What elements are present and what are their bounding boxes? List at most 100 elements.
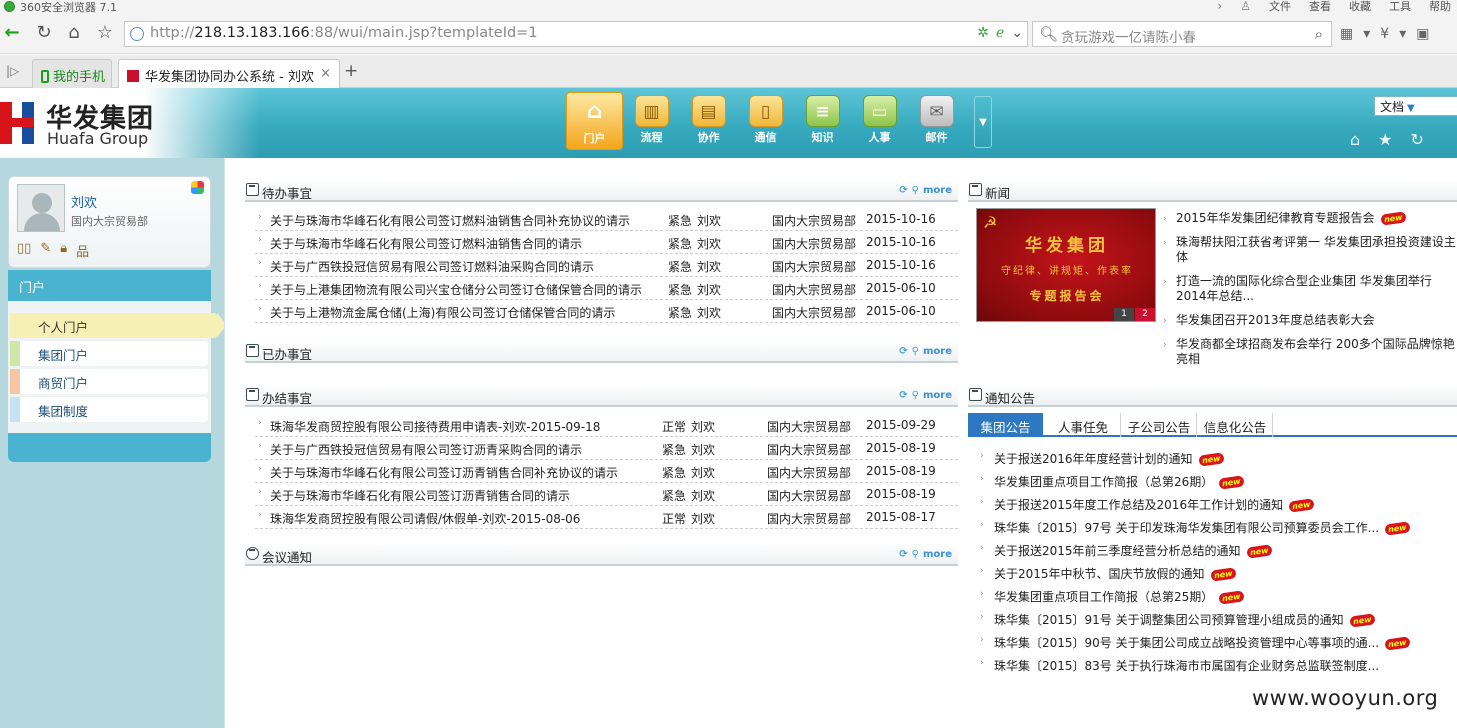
notice-title-link[interactable]: 关于2015年中秋节、国庆节放假的通知 bbox=[994, 567, 1205, 581]
notice-title-link[interactable]: 关于报送2016年年度经营计划的通知 bbox=[994, 452, 1193, 466]
list-item[interactable]: › 珠华集〔2015〕97号 关于印发珠海华发集团有限公司预算委员会工作... ne… bbox=[977, 515, 1457, 538]
todo-more-link[interactable]: ⟳ ⚲ more bbox=[899, 185, 952, 196]
menu-help[interactable]: 帮助 bbox=[1429, 0, 1451, 14]
close-icon[interactable]: × bbox=[320, 66, 331, 81]
list-item[interactable]: › 珠华集〔2015〕83号 关于执行珠海市市属国有企业财务总监联签制度... bbox=[977, 653, 1457, 676]
row-title-link[interactable]: 关于与广西铁投冠信贸易有限公司签订沥青采购合同的请示 bbox=[270, 441, 582, 458]
home-icon[interactable]: ⌂ bbox=[62, 22, 86, 46]
back-arrow-icon[interactable]: ← bbox=[0, 22, 24, 46]
search-scope-select[interactable]: 文档 ▼ bbox=[1374, 96, 1457, 116]
ie-mode-icon[interactable]: ℯ bbox=[996, 25, 1004, 41]
list-item[interactable]: › 关于报送2016年年度经营计划的通知 new bbox=[977, 446, 1457, 469]
menu-file[interactable]: 文件 bbox=[1269, 0, 1291, 14]
list-item[interactable]: › 珠华集〔2015〕90号 关于集团公司成立战略投资管理中心等事项的通... ne… bbox=[977, 630, 1457, 653]
list-item[interactable]: › 华发集团重点项目工作简报（总第25期） new bbox=[977, 584, 1457, 607]
user-icon[interactable]: ♙ bbox=[1240, 0, 1251, 13]
menu-view[interactable]: 查看 bbox=[1309, 0, 1331, 14]
list-item[interactable]: › 关于报送2015年度工作总结及2016年工作计划的通知 new bbox=[977, 492, 1457, 515]
row-title-link[interactable]: 关于与珠海市华峰石化有限公司签订沥青销售合同的请示 bbox=[270, 487, 570, 504]
org-chart-icon[interactable]: 品 bbox=[76, 241, 89, 260]
news-item[interactable]: › 打造一流的国际化综合型企业集团 华发集团举行2014年总结... bbox=[1161, 271, 1457, 304]
browser-search-box[interactable]: 🔍︎ 贪玩游戏一亿请陈小春 ⌕ bbox=[1032, 21, 1332, 47]
refresh-icon[interactable]: ↻ bbox=[32, 22, 56, 46]
folder-icon[interactable]: ▣ bbox=[1416, 26, 1429, 42]
tab-personnel[interactable]: 人事任免 bbox=[1046, 413, 1121, 437]
row-title-link[interactable]: 关于与广西铁投冠信贸易有限公司签订燃料油采购合同的请示 bbox=[270, 258, 594, 275]
list-item[interactable]: › 华发集团重点项目工作简报（总第26期） new bbox=[977, 469, 1457, 492]
news-title-link[interactable]: 华发商都全球招商发布会举行 200多个国际品牌惊艳亮相 bbox=[1176, 337, 1455, 366]
row-title-link[interactable]: 关于与珠海市华峰石化有限公司签订燃料油销售合同的请示 bbox=[270, 235, 582, 252]
module-knowledge[interactable]: ≡ 知识 bbox=[794, 92, 851, 150]
module-workflow[interactable]: ▥ 流程 bbox=[623, 92, 680, 150]
news-title-link[interactable]: 珠海帮扶阳江获省考评第一 华发集团承担投资建设主体 bbox=[1176, 235, 1456, 264]
done-more-link[interactable]: ⟳ ⚲ more bbox=[899, 346, 952, 357]
chevron-down-icon[interactable]: ⌄ bbox=[1011, 25, 1023, 41]
row-title-link[interactable]: 珠海华发商贸控股有限公司接待费用申请表-刘欢-2015-09-18 bbox=[270, 418, 600, 435]
tab-it-notices[interactable]: 信息化公告 bbox=[1198, 413, 1273, 437]
tab-group-notices[interactable]: 集团公告 bbox=[968, 413, 1043, 437]
address-bar[interactable]: http://218.13.183.166:88/wui/main.jsp?te… bbox=[124, 21, 1028, 47]
tab-huafa-oa[interactable]: 华发集团协同办公系统 - 刘欢 × bbox=[118, 59, 340, 88]
search-icon[interactable]: ⌕ bbox=[1315, 25, 1323, 43]
module-hr[interactable]: ▭ 人事 bbox=[851, 92, 908, 150]
chevron-down-icon[interactable]: ▾ bbox=[1363, 26, 1370, 42]
module-mail[interactable]: ✉ 邮件 bbox=[908, 92, 965, 150]
notice-title-link[interactable]: 珠华集〔2015〕97号 关于印发珠海华发集团有限公司预算委员会工作... bbox=[994, 521, 1379, 535]
row-title-link[interactable]: 珠海华发商贸控股有限公司请假/休假单-刘欢-2015-08-06 bbox=[270, 510, 580, 527]
sidebar-toggle-icon[interactable]: |▷ bbox=[6, 64, 19, 78]
tab-my-phone[interactable]: 我的手机 bbox=[32, 59, 112, 88]
table-row[interactable]: › 关于与广西铁投冠信贸易有限公司签订沥青采购合同的请示 紧急 刘欢 国内大宗贸易部 20… bbox=[255, 437, 958, 460]
module-more-button[interactable]: ▼ bbox=[974, 96, 992, 148]
finished-more-link[interactable]: ⟳ ⚲ more bbox=[899, 390, 952, 401]
edit-icon[interactable]: ✎ bbox=[40, 241, 51, 260]
module-portal[interactable]: ⌂ 门户 bbox=[566, 92, 623, 150]
news-item[interactable]: › 华发商都全球招商发布会举行 200多个国际品牌惊艳亮相 bbox=[1161, 334, 1457, 367]
home-icon[interactable]: ⌂ bbox=[1350, 130, 1360, 149]
currency-icon[interactable]: ¥ bbox=[1380, 26, 1389, 42]
news-title-link[interactable]: 华发集团召开2013年度总结表彰大会 bbox=[1176, 313, 1375, 327]
logo[interactable]: 华发集团 Huafa Group bbox=[0, 88, 260, 158]
table-row[interactable]: › 关于与珠海市华峰石化有限公司签订沥青销售合同的请示 紧急 刘欢 国内大宗贸易部 201… bbox=[255, 483, 958, 506]
row-title-link[interactable]: 关于与上港集团物流有限公司兴宝仓储分公司签订仓储保管合同的请示 bbox=[270, 281, 642, 298]
row-title-link[interactable]: 关于与上港物流金属仓储(上海)有限公司签订仓储保管合同的请示 bbox=[270, 304, 615, 321]
news-item[interactable]: › 华发集团召开2013年度总结表彰大会 bbox=[1161, 310, 1457, 328]
notice-title-link[interactable]: 珠华集〔2015〕90号 关于集团公司成立战略投资管理中心等事项的通... bbox=[994, 636, 1379, 650]
new-tab-button[interactable]: + bbox=[344, 61, 358, 81]
book-icon[interactable]: ▯▯ bbox=[17, 241, 31, 260]
table-row[interactable]: › 关于与珠海市华峰石化有限公司签订燃料油销售合同补充协议的请示 紧急 刘欢 国内大宗贸… bbox=[255, 208, 958, 231]
notice-title-link[interactable]: 关于报送2015年度工作总结及2016年工作计划的通知 bbox=[994, 498, 1283, 512]
notice-title-link[interactable]: 华发集团重点项目工作简报（总第25期） bbox=[994, 590, 1213, 604]
search-engine-icon[interactable]: 🔍︎ bbox=[1039, 25, 1058, 43]
table-row[interactable]: › 关于与珠海市华峰石化有限公司签订燃料油销售合同的请示 紧急 刘欢 国内大宗贸易部 20… bbox=[255, 231, 958, 254]
carousel-page-1[interactable]: 1 bbox=[1114, 308, 1134, 321]
address-url[interactable]: http://218.13.183.166:88/wui/main.jsp?te… bbox=[150, 25, 538, 41]
table-row[interactable]: › 关于与上港物流金属仓储(上海)有限公司签订仓储保管合同的请示 紧急 刘欢 国内大宗贸… bbox=[255, 300, 958, 323]
refresh-icon[interactable]: ⟳ bbox=[899, 390, 907, 401]
table-row[interactable]: › 关于与珠海市华峰石化有限公司签订沥青销售合同补充协议的请示 紧急 刘欢 国内大宗贸易… bbox=[255, 460, 958, 483]
theme-palette-icon[interactable] bbox=[191, 181, 204, 194]
menu-favorites[interactable]: 收藏 bbox=[1349, 0, 1371, 14]
news-title-link[interactable]: 打造一流的国际化综合型企业集团 华发集团举行2014年总结... bbox=[1176, 274, 1432, 303]
list-item[interactable]: › 关于报送2015年前三季度经营分析总结的通知 new bbox=[977, 538, 1457, 561]
apps-grid-icon[interactable]: ▦ bbox=[1340, 26, 1353, 42]
news-carousel-image[interactable]: ☭ 华发集团 守纪律、讲规矩、作表率 专题报告会 1 2 bbox=[976, 208, 1156, 322]
module-collaboration[interactable]: ▤ 协作 bbox=[680, 92, 737, 150]
refresh-icon[interactable]: ⟳ bbox=[899, 549, 907, 560]
tab-subsidiary-notices[interactable]: 子公司公告 bbox=[1122, 413, 1197, 437]
news-title-link[interactable]: 2015年华发集团纪律教育专题报告会 bbox=[1176, 211, 1375, 225]
refresh-icon[interactable]: ↻ bbox=[1411, 130, 1424, 149]
chevron-down-icon[interactable]: ▾ bbox=[1399, 26, 1406, 42]
list-item[interactable]: › 关于2015年中秋节、国庆节放假的通知 new bbox=[977, 561, 1457, 584]
module-communication[interactable]: ▯ 通信 bbox=[737, 92, 794, 150]
refresh-icon[interactable]: ⟳ bbox=[899, 346, 907, 357]
sidebar-item-group-policies[interactable]: 集团制度 bbox=[10, 397, 208, 422]
security-shield-icon[interactable]: ✲ bbox=[977, 25, 989, 41]
star-icon[interactable]: ★ bbox=[1378, 130, 1392, 149]
user-name[interactable]: 刘欢 bbox=[71, 192, 97, 211]
sidebar-item-trade-portal[interactable]: 商贸门户 bbox=[10, 369, 208, 394]
avatar[interactable] bbox=[17, 184, 65, 232]
star-icon[interactable]: ☆ bbox=[93, 22, 117, 46]
row-title-link[interactable]: 关于与珠海市华峰石化有限公司签订燃料油销售合同补充协议的请示 bbox=[270, 212, 630, 229]
notice-title-link[interactable]: 珠华集〔2015〕91号 关于调整集团公司预算管理小组成员的通知 bbox=[994, 613, 1344, 627]
carousel-page-2[interactable]: 2 bbox=[1135, 308, 1155, 321]
